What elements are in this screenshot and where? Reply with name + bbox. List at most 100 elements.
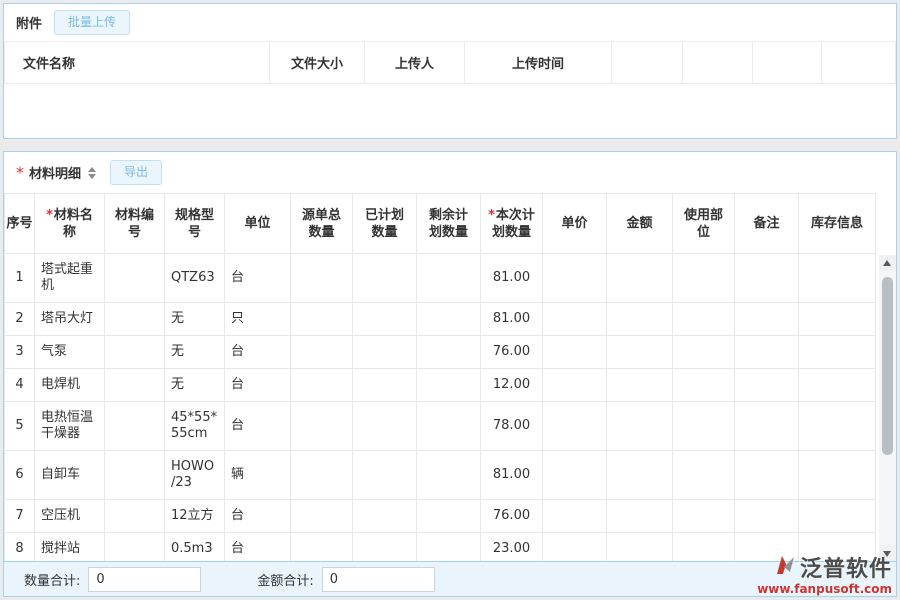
material-cell bbox=[673, 500, 735, 533]
material-cell: QTZ63 bbox=[165, 254, 225, 303]
col-header-planned-qty: 已计划数量 bbox=[353, 194, 417, 254]
material-cell bbox=[105, 402, 165, 451]
material-cell: 台 bbox=[225, 402, 291, 451]
material-cell: 无 bbox=[165, 303, 225, 336]
material-cell bbox=[799, 254, 876, 303]
material-cell bbox=[291, 369, 353, 402]
material-cell: 45*55*55cm bbox=[165, 402, 225, 451]
material-cell bbox=[353, 500, 417, 533]
material-table-row[interactable]: 1塔式起重机QTZ63台81.00 bbox=[5, 254, 876, 303]
material-cell: 无 bbox=[165, 369, 225, 402]
material-cell: 台 bbox=[225, 336, 291, 369]
material-cell bbox=[607, 254, 673, 303]
material-table-row[interactable]: 7空压机12立方台76.00 bbox=[5, 500, 876, 533]
material-cell bbox=[417, 500, 481, 533]
material-panel-header: * 材料明细 导出 bbox=[4, 152, 896, 193]
attachment-empty-body bbox=[4, 84, 896, 138]
sort-toggle-icon[interactable] bbox=[88, 167, 96, 179]
material-cell bbox=[673, 303, 735, 336]
material-cell bbox=[105, 303, 165, 336]
material-cell: 81.00 bbox=[481, 303, 543, 336]
material-cell bbox=[673, 254, 735, 303]
col-header-seq: 序号 bbox=[5, 194, 35, 254]
material-cell bbox=[735, 451, 799, 500]
quantity-total-label: 数量合计: bbox=[24, 570, 80, 589]
vendor-logo-icon bbox=[773, 553, 797, 581]
material-cell bbox=[353, 254, 417, 303]
material-cell bbox=[799, 402, 876, 451]
material-cell bbox=[607, 336, 673, 369]
material-table-row[interactable]: 8搅拌站0.5m3台23.00 bbox=[5, 533, 876, 562]
material-cell: 6 bbox=[5, 451, 35, 500]
material-cell: 23.00 bbox=[481, 533, 543, 562]
material-cell bbox=[353, 533, 417, 562]
col-header-remaining-qty: 剩余计划数量 bbox=[417, 194, 481, 254]
material-cell: 2 bbox=[5, 303, 35, 336]
material-cell bbox=[291, 500, 353, 533]
material-cell bbox=[673, 451, 735, 500]
col-header-empty-2 bbox=[683, 42, 753, 84]
material-cell bbox=[353, 369, 417, 402]
material-cell bbox=[799, 369, 876, 402]
material-cell bbox=[673, 402, 735, 451]
material-cell: 电焊机 bbox=[35, 369, 105, 402]
material-cell: 12立方 bbox=[165, 500, 225, 533]
material-cell bbox=[607, 500, 673, 533]
material-table-row[interactable]: 6自卸车HOWO/23辆81.00 bbox=[5, 451, 876, 500]
export-button[interactable]: 导出 bbox=[110, 160, 162, 185]
col-header-uploader: 上传人 bbox=[365, 42, 465, 84]
vendor-brand-name: 泛普软件 bbox=[800, 551, 892, 583]
col-header-upload-time: 上传时间 bbox=[465, 42, 612, 84]
material-cell bbox=[105, 336, 165, 369]
material-cell bbox=[673, 533, 735, 562]
col-header-spec-model: 规格型号 bbox=[165, 194, 225, 254]
material-cell bbox=[291, 336, 353, 369]
col-header-inventory-info: 库存信息 bbox=[799, 194, 876, 254]
col-header-remark: 备注 bbox=[735, 194, 799, 254]
page: 附件 批量上传 文件名称 文件大小 上传人 上传时间 bbox=[0, 0, 900, 600]
col-header-empty-3 bbox=[753, 42, 822, 84]
material-cell bbox=[799, 451, 876, 500]
scrollbar-thumb[interactable] bbox=[882, 277, 893, 455]
quantity-total-input[interactable] bbox=[88, 567, 201, 592]
vertical-scrollbar[interactable] bbox=[879, 255, 896, 561]
material-cell bbox=[673, 369, 735, 402]
material-cell: 塔式起重机 bbox=[35, 254, 105, 303]
attachment-title: 附件 bbox=[16, 13, 42, 32]
col-header-file-size: 文件大小 bbox=[270, 42, 365, 84]
attachment-panel-header: 附件 批量上传 bbox=[4, 4, 896, 41]
attachment-table: 文件名称 文件大小 上传人 上传时间 bbox=[4, 41, 896, 84]
material-cell: 3 bbox=[5, 336, 35, 369]
material-cell: 81.00 bbox=[481, 254, 543, 303]
material-table-row[interactable]: 2塔吊大灯无只81.00 bbox=[5, 303, 876, 336]
material-table-row[interactable]: 3气泵无台76.00 bbox=[5, 336, 876, 369]
col-header-material-name: *材料名称 bbox=[35, 194, 105, 254]
material-cell: 搅拌站 bbox=[35, 533, 105, 562]
material-cell: 塔吊大灯 bbox=[35, 303, 105, 336]
material-cell bbox=[735, 336, 799, 369]
material-cell bbox=[543, 369, 607, 402]
material-cell: 电热恒温干燥器 bbox=[35, 402, 105, 451]
batch-upload-button[interactable]: 批量上传 bbox=[54, 10, 130, 35]
scroll-up-icon[interactable] bbox=[879, 255, 896, 271]
material-cell bbox=[735, 500, 799, 533]
material-cell bbox=[607, 533, 673, 562]
material-cell bbox=[353, 402, 417, 451]
material-cell bbox=[417, 533, 481, 562]
material-table-row[interactable]: 5电热恒温干燥器45*55*55cm台78.00 bbox=[5, 402, 876, 451]
material-cell: 0.5m3 bbox=[165, 533, 225, 562]
material-cell: 81.00 bbox=[481, 451, 543, 500]
material-table-body: 1塔式起重机QTZ63台81.002塔吊大灯无只81.003气泵无台76.004… bbox=[5, 254, 876, 562]
amount-total-input[interactable] bbox=[322, 567, 435, 592]
material-cell bbox=[353, 336, 417, 369]
material-cell: 78.00 bbox=[481, 402, 543, 451]
col-header-current-plan-qty: *本次计划数量 bbox=[481, 194, 543, 254]
material-cell bbox=[735, 402, 799, 451]
material-cell bbox=[735, 369, 799, 402]
amount-total-label: 金额合计: bbox=[257, 570, 313, 589]
attachment-header-row: 文件名称 文件大小 上传人 上传时间 bbox=[5, 42, 896, 84]
col-header-file-name: 文件名称 bbox=[5, 42, 270, 84]
material-table-row[interactable]: 4电焊机无台12.00 bbox=[5, 369, 876, 402]
material-cell bbox=[543, 402, 607, 451]
material-cell bbox=[353, 303, 417, 336]
